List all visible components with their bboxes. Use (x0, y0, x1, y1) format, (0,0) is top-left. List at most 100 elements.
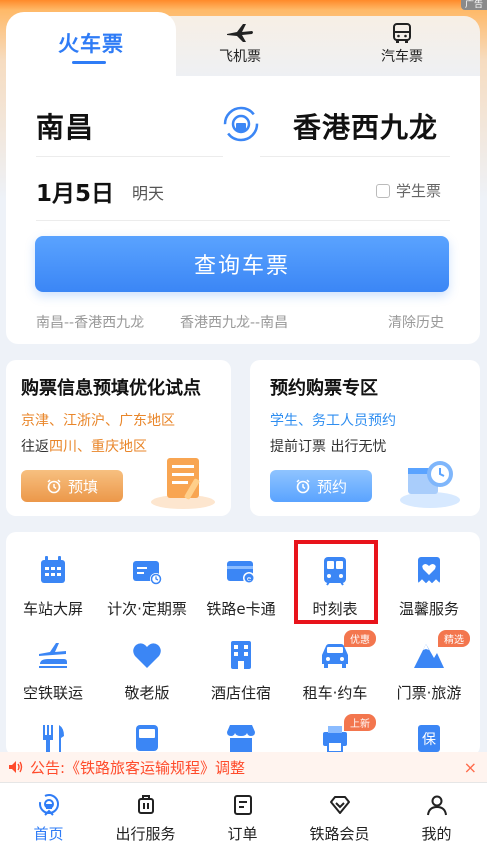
search-tickets-button[interactable]: 查询车票 (35, 236, 449, 292)
promo-reserve-title: 预约购票专区 (270, 378, 378, 399)
service-air-rail[interactable]: 空铁联运 (6, 638, 100, 722)
history-item[interactable]: 香港西九龙--南昌 (180, 312, 288, 332)
nav-label: 我的 (421, 825, 452, 843)
calendar-clock-icon (400, 461, 460, 508)
alarm-clock-icon (47, 479, 61, 494)
promo-prefill-line2-highlight: 四川、重庆地区 (49, 439, 147, 455)
promo-reserve[interactable]: 预约购票专区 学生、务工人员预约 提前订票 出行无忧 预约 (250, 360, 480, 516)
luggage-icon (137, 795, 154, 814)
divider-to (260, 156, 450, 157)
tab-bus-label: 汽车票 (381, 49, 423, 65)
promo-prefill-line2: 往返四川、重庆地区 (21, 436, 147, 456)
promo-prefill[interactable]: 购票信息预填优化试点 京津、江浙沪、广东地区 往返四川、重庆地区 预填 (6, 360, 231, 516)
reserve-button[interactable]: 预约 (270, 470, 372, 502)
promo-prefill-line1: 京津、江浙沪、广东地区 (21, 413, 175, 429)
student-ticket-toggle[interactable]: 学生票 (376, 180, 441, 201)
ecard-icon: e (227, 561, 255, 584)
tab-train-label: 火车票 (58, 32, 124, 56)
service-hotel[interactable]: 酒店住宿 (194, 638, 288, 722)
tab-active-indicator (72, 61, 106, 64)
nav-label: 首页 (33, 825, 64, 843)
swap-stations-icon[interactable] (221, 104, 261, 144)
service-station-screen[interactable]: 车站大屏 (6, 554, 100, 638)
student-checkbox[interactable] (376, 183, 390, 198)
service-label: 计次·定期票 (107, 600, 187, 618)
service-dining[interactable] (6, 722, 100, 756)
nav-label: 出行服务 (115, 825, 176, 843)
announcement-bar[interactable]: 公告:《铁路旅客运输规程》调整 × (0, 752, 487, 782)
service-rail-ecard[interactable]: e 铁路e卡通 (194, 554, 288, 638)
travel-date[interactable]: 1月5日 (36, 174, 114, 208)
service-bus[interactable] (100, 722, 194, 756)
service-label: 铁路e卡通 (206, 600, 276, 618)
home-icon (38, 794, 59, 816)
airplane-icon (227, 24, 253, 42)
nav-orders[interactable]: 订单 (194, 793, 291, 844)
service-badge: 优惠 (344, 630, 376, 647)
ticket-tabs: 火车票 飞机票 汽车票 (6, 12, 480, 82)
service-timetable[interactable]: 时刻表 (288, 554, 382, 638)
travel-weekday: 明天 (132, 184, 165, 203)
order-icon (233, 795, 252, 815)
service-label: 温馨服务 (398, 600, 459, 618)
service-car-rental[interactable]: 优惠 租车·约车 (288, 630, 382, 722)
tab-train[interactable]: 火车票 (6, 12, 176, 82)
hotel-icon (231, 641, 251, 669)
nav-travel-services[interactable]: 出行服务 (97, 793, 194, 844)
service-badge: 精选 (438, 630, 470, 647)
service-print[interactable]: 上新 (288, 714, 382, 756)
history-item[interactable]: 南昌--香港西九龙 (36, 312, 144, 332)
nav-label: 订单 (227, 825, 258, 843)
ticket-card-icon (133, 561, 162, 585)
service-label: 酒店住宿 (210, 684, 271, 702)
divider-date (36, 220, 450, 221)
bus-front-icon (136, 725, 158, 751)
to-city[interactable]: 香港西九龙 (293, 106, 438, 146)
service-label: 敬老版 (124, 684, 170, 702)
station-screen-icon (41, 556, 65, 583)
user-icon (426, 795, 447, 816)
bus-icon (393, 23, 411, 43)
diamond-icon (329, 796, 350, 814)
service-label: 租车·约车 (302, 684, 368, 702)
nav-membership[interactable]: 铁路会员 (291, 793, 388, 844)
reserve-button-label: 预约 (316, 477, 347, 496)
promo-prefill-title: 购票信息预填优化试点 (21, 378, 201, 399)
service-periodic-ticket[interactable]: 计次·定期票 (100, 554, 194, 638)
from-city[interactable]: 南昌 (36, 106, 94, 146)
air-rail-icon (39, 643, 67, 668)
promo-reserve-line2: 提前订票 出行无忧 (270, 439, 387, 455)
services-grid: 车站大屏 计次·定期票 e 铁路e卡通 时刻表 温馨服务 空铁联运 敬老版 酒店… (6, 532, 480, 756)
svg-text:e: e (247, 575, 251, 583)
service-warm-service[interactable]: 温馨服务 (382, 554, 476, 638)
insurance-icon: 保 (418, 725, 440, 752)
promo-prefill-line2-prefix: 往返 (21, 439, 49, 455)
ad-tag: 广告 (461, 0, 487, 10)
service-label: 车站大屏 (22, 600, 83, 618)
shop-icon (227, 725, 255, 753)
service-insurance[interactable]: 保 (382, 722, 476, 756)
tab-bus[interactable]: 汽车票 (352, 22, 452, 76)
service-label: 时刻表 (312, 600, 358, 618)
clear-history-link[interactable]: 清除历史 (388, 312, 444, 332)
alarm-clock-icon (296, 479, 310, 494)
service-label: 空铁联运 (22, 684, 83, 702)
prefill-button-label: 预填 (67, 477, 98, 496)
tab-flight-label: 飞机票 (219, 49, 261, 65)
service-elderly-version[interactable]: 敬老版 (100, 638, 194, 722)
prefill-button[interactable]: 预填 (21, 470, 123, 502)
form-clipboard-icon (151, 458, 215, 509)
announcement-text: 公告:《铁路旅客运输规程》调整 (30, 758, 246, 777)
service-shop[interactable] (194, 722, 288, 756)
tab-flight[interactable]: 飞机票 (190, 22, 290, 76)
divider-from (36, 156, 223, 157)
svg-text:保: 保 (422, 732, 436, 748)
heart-service-icon (417, 557, 441, 585)
heart-icon (133, 643, 161, 668)
service-tickets-tourism[interactable]: 精选 门票·旅游 (382, 630, 476, 722)
service-label: 门票·旅游 (396, 684, 462, 702)
nav-profile[interactable]: 我的 (388, 793, 485, 844)
nav-home[interactable]: 首页 (0, 793, 97, 844)
dining-icon (43, 725, 64, 754)
close-icon[interactable]: × (464, 758, 477, 777)
